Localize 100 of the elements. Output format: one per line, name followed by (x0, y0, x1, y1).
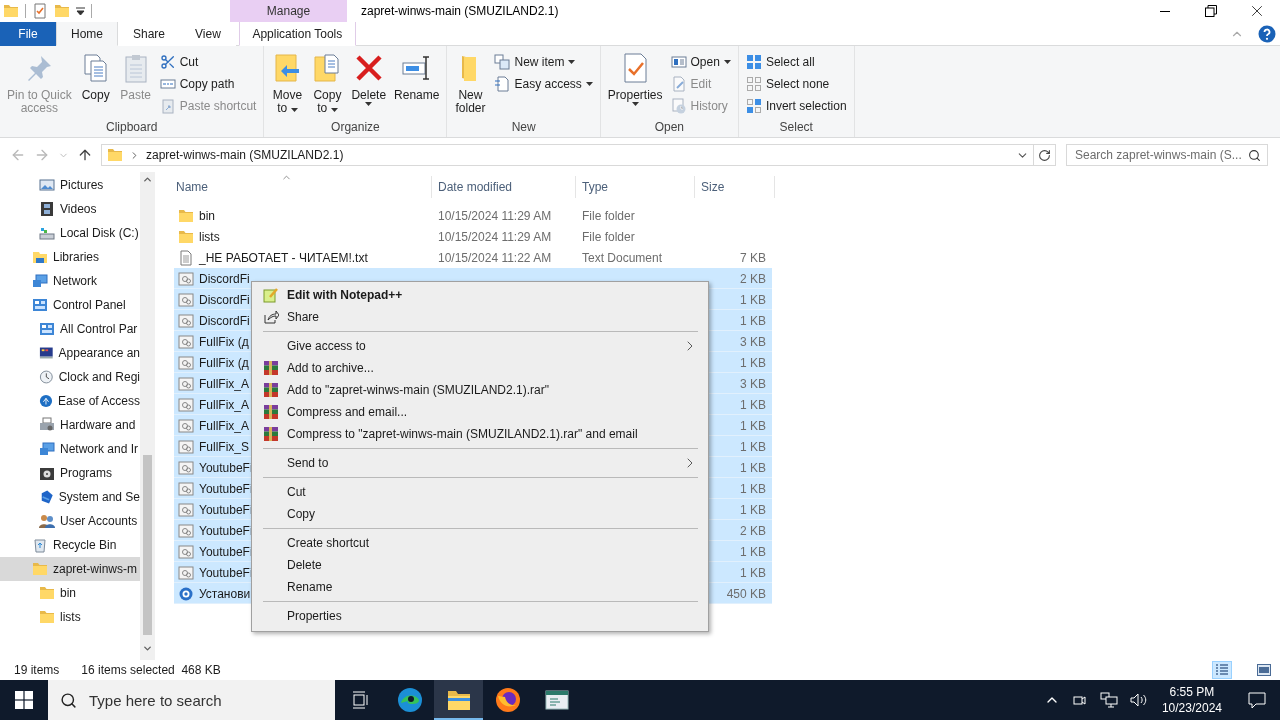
ribbon-button[interactable]: Copy (75, 46, 116, 102)
nav-item[interactable]: Control Panel (0, 293, 140, 317)
size-cell-text: 2 KB (739, 523, 767, 538)
nav-item[interactable]: Clock and Regi (0, 365, 140, 389)
menu-item[interactable]: Rename (252, 576, 708, 598)
size-cell-text: 1 KB (739, 355, 767, 370)
ribbon-button[interactable]: New item (490, 51, 597, 73)
nav-item[interactable]: Local Disk (C:) (0, 221, 140, 245)
file-name: Установи (199, 586, 251, 601)
ribbon-button[interactable]: Invert selection (741, 95, 851, 117)
nav-item[interactable]: lists (0, 605, 140, 629)
menu-item[interactable]: Copy (252, 503, 708, 525)
recycle-bin-icon (32, 537, 48, 553)
size-cell-text: 3 KB (739, 376, 767, 391)
ribbon-button[interactable]: Select all (741, 51, 851, 73)
ribbon-tab[interactable]: Application Tools (238, 22, 356, 46)
ribbon-button[interactable]: Move to (267, 46, 308, 115)
network-icon (1099, 692, 1118, 708)
taskbar-app[interactable] (434, 680, 483, 720)
view-button[interactable] (1254, 661, 1274, 679)
batch-file-icon (178, 396, 194, 413)
nav-item[interactable]: System and Se (0, 485, 140, 509)
nav-item[interactable]: zapret-winws-m (0, 557, 140, 581)
ribbon-button[interactable]: Copy to (307, 46, 348, 115)
clock[interactable]: 6:55 PM 10/23/2024 (1157, 684, 1226, 716)
ribbon-button[interactable]: Open (666, 51, 735, 73)
menu-item[interactable]: Compress to "zapret-winws-main (SMUZILAND2.1).rar" and email (252, 423, 708, 445)
taskbar-search-field[interactable]: Type here to search (87, 690, 307, 710)
ribbon-button[interactable]: Copy path (155, 73, 261, 95)
size-cell-text: 1 KB (739, 544, 767, 559)
file-row[interactable]: bin 10/15/2024 11:29 AM File folder (174, 205, 772, 226)
nav-item[interactable]: Network (0, 269, 140, 293)
menu-item[interactable]: Share (252, 306, 708, 328)
menu-item[interactable]: Send to (252, 452, 708, 474)
ribbon-button[interactable]: Easy access (490, 73, 597, 95)
nav-item[interactable]: Recycle Bin (0, 533, 140, 557)
file-row[interactable]: lists 10/15/2024 11:29 AM File folder (174, 226, 772, 247)
search-icon (1248, 148, 1261, 162)
column-header[interactable]: Type (576, 176, 695, 198)
address-field[interactable]: zapret-winws-main (SMUZILAND2.1) (101, 144, 1034, 166)
menu-item[interactable]: Create shortcut (252, 532, 708, 554)
invert-selection-icon (745, 98, 762, 114)
column-header[interactable]: Name (170, 176, 432, 198)
ribbon-tab[interactable]: Home (56, 22, 118, 46)
menu-item[interactable]: Add to "zapret-winws-main (SMUZILAND2.1).rar" (252, 379, 708, 401)
file-name: FullFix_S (199, 439, 249, 454)
file-row[interactable]: _НЕ РАБОТАЕТ - ЧИТАЕМ!.txt 10/15/2024 11:22 AM Text Document 7 KB (174, 247, 772, 268)
network-button[interactable] (1097, 692, 1120, 708)
column-header[interactable]: Date modified (432, 176, 576, 198)
folder-icon (3, 3, 19, 19)
archive-stack-icon (263, 360, 279, 376)
scrollbar[interactable] (140, 172, 155, 660)
refresh-button[interactable] (1034, 144, 1056, 166)
customize-caret-icon[interactable] (76, 6, 85, 16)
archive-stack-icon (263, 426, 279, 442)
nav-item[interactable]: Hardware and (0, 413, 140, 437)
manage-tab[interactable]: Manage (230, 0, 347, 22)
ribbon-button[interactable]: Delete (347, 46, 391, 106)
ribbon-button[interactable]: Properties (603, 46, 667, 106)
properties-icon[interactable] (32, 3, 48, 19)
nav-item[interactable]: Programs (0, 461, 140, 485)
back-arrow-icon (10, 147, 26, 163)
nav-item[interactable]: Appearance an (0, 341, 140, 365)
nav-item[interactable]: Ease of Access (0, 389, 140, 413)
menu-item[interactable]: Compress and email... (252, 401, 708, 423)
nav-item[interactable]: Libraries (0, 245, 140, 269)
menu-item[interactable]: Cut (252, 481, 708, 503)
menu-item[interactable]: Give access to (252, 335, 708, 357)
nav-item[interactable]: Network and Ir (0, 437, 140, 461)
ribbon-tab[interactable]: File (0, 22, 56, 46)
folder-icon (54, 3, 70, 19)
select-all-icon (745, 54, 762, 70)
scroll-up-icon[interactable] (142, 174, 153, 185)
ribbon-button[interactable]: Select none (741, 73, 851, 95)
nav-item[interactable]: Pictures (0, 173, 140, 197)
scroll-down-icon[interactable] (142, 643, 153, 654)
size-cell-text: 1 KB (739, 397, 767, 412)
search-field[interactable]: Search zapret-winws-main (S... (1066, 144, 1268, 166)
window-title: zapret-winws-main (SMUZILAND2.1) (361, 4, 559, 18)
group-label: New (510, 119, 537, 136)
batch-file-icon (178, 501, 194, 518)
ribbon-button[interactable]: New folder (450, 46, 491, 115)
ribbon-button[interactable]: Cut (155, 51, 261, 73)
ribbon-button[interactable]: Rename (390, 46, 444, 102)
view-button[interactable] (1212, 661, 1232, 679)
up-button[interactable] (77, 147, 93, 163)
nav-item[interactable]: User Accounts (0, 509, 140, 533)
nav-item[interactable]: Videos (0, 197, 140, 221)
selection-info: 16 items selected 468 KB (81, 663, 221, 677)
taskbar-search-box[interactable]: Type here to search (48, 680, 335, 720)
size-cell-text: 450 KB (725, 586, 767, 601)
menu-item[interactable]: Add to archive... (252, 357, 708, 379)
nav-item[interactable]: bin (0, 581, 140, 605)
scrollbar-thumb[interactable] (143, 455, 152, 635)
help-icon[interactable] (1258, 24, 1276, 43)
menu-item[interactable]: Delete (252, 554, 708, 576)
menu-item[interactable]: Properties (252, 605, 708, 627)
network-icon (32, 273, 48, 289)
nav-item[interactable]: All Control Par (0, 317, 140, 341)
column-header[interactable]: Size (695, 176, 775, 198)
